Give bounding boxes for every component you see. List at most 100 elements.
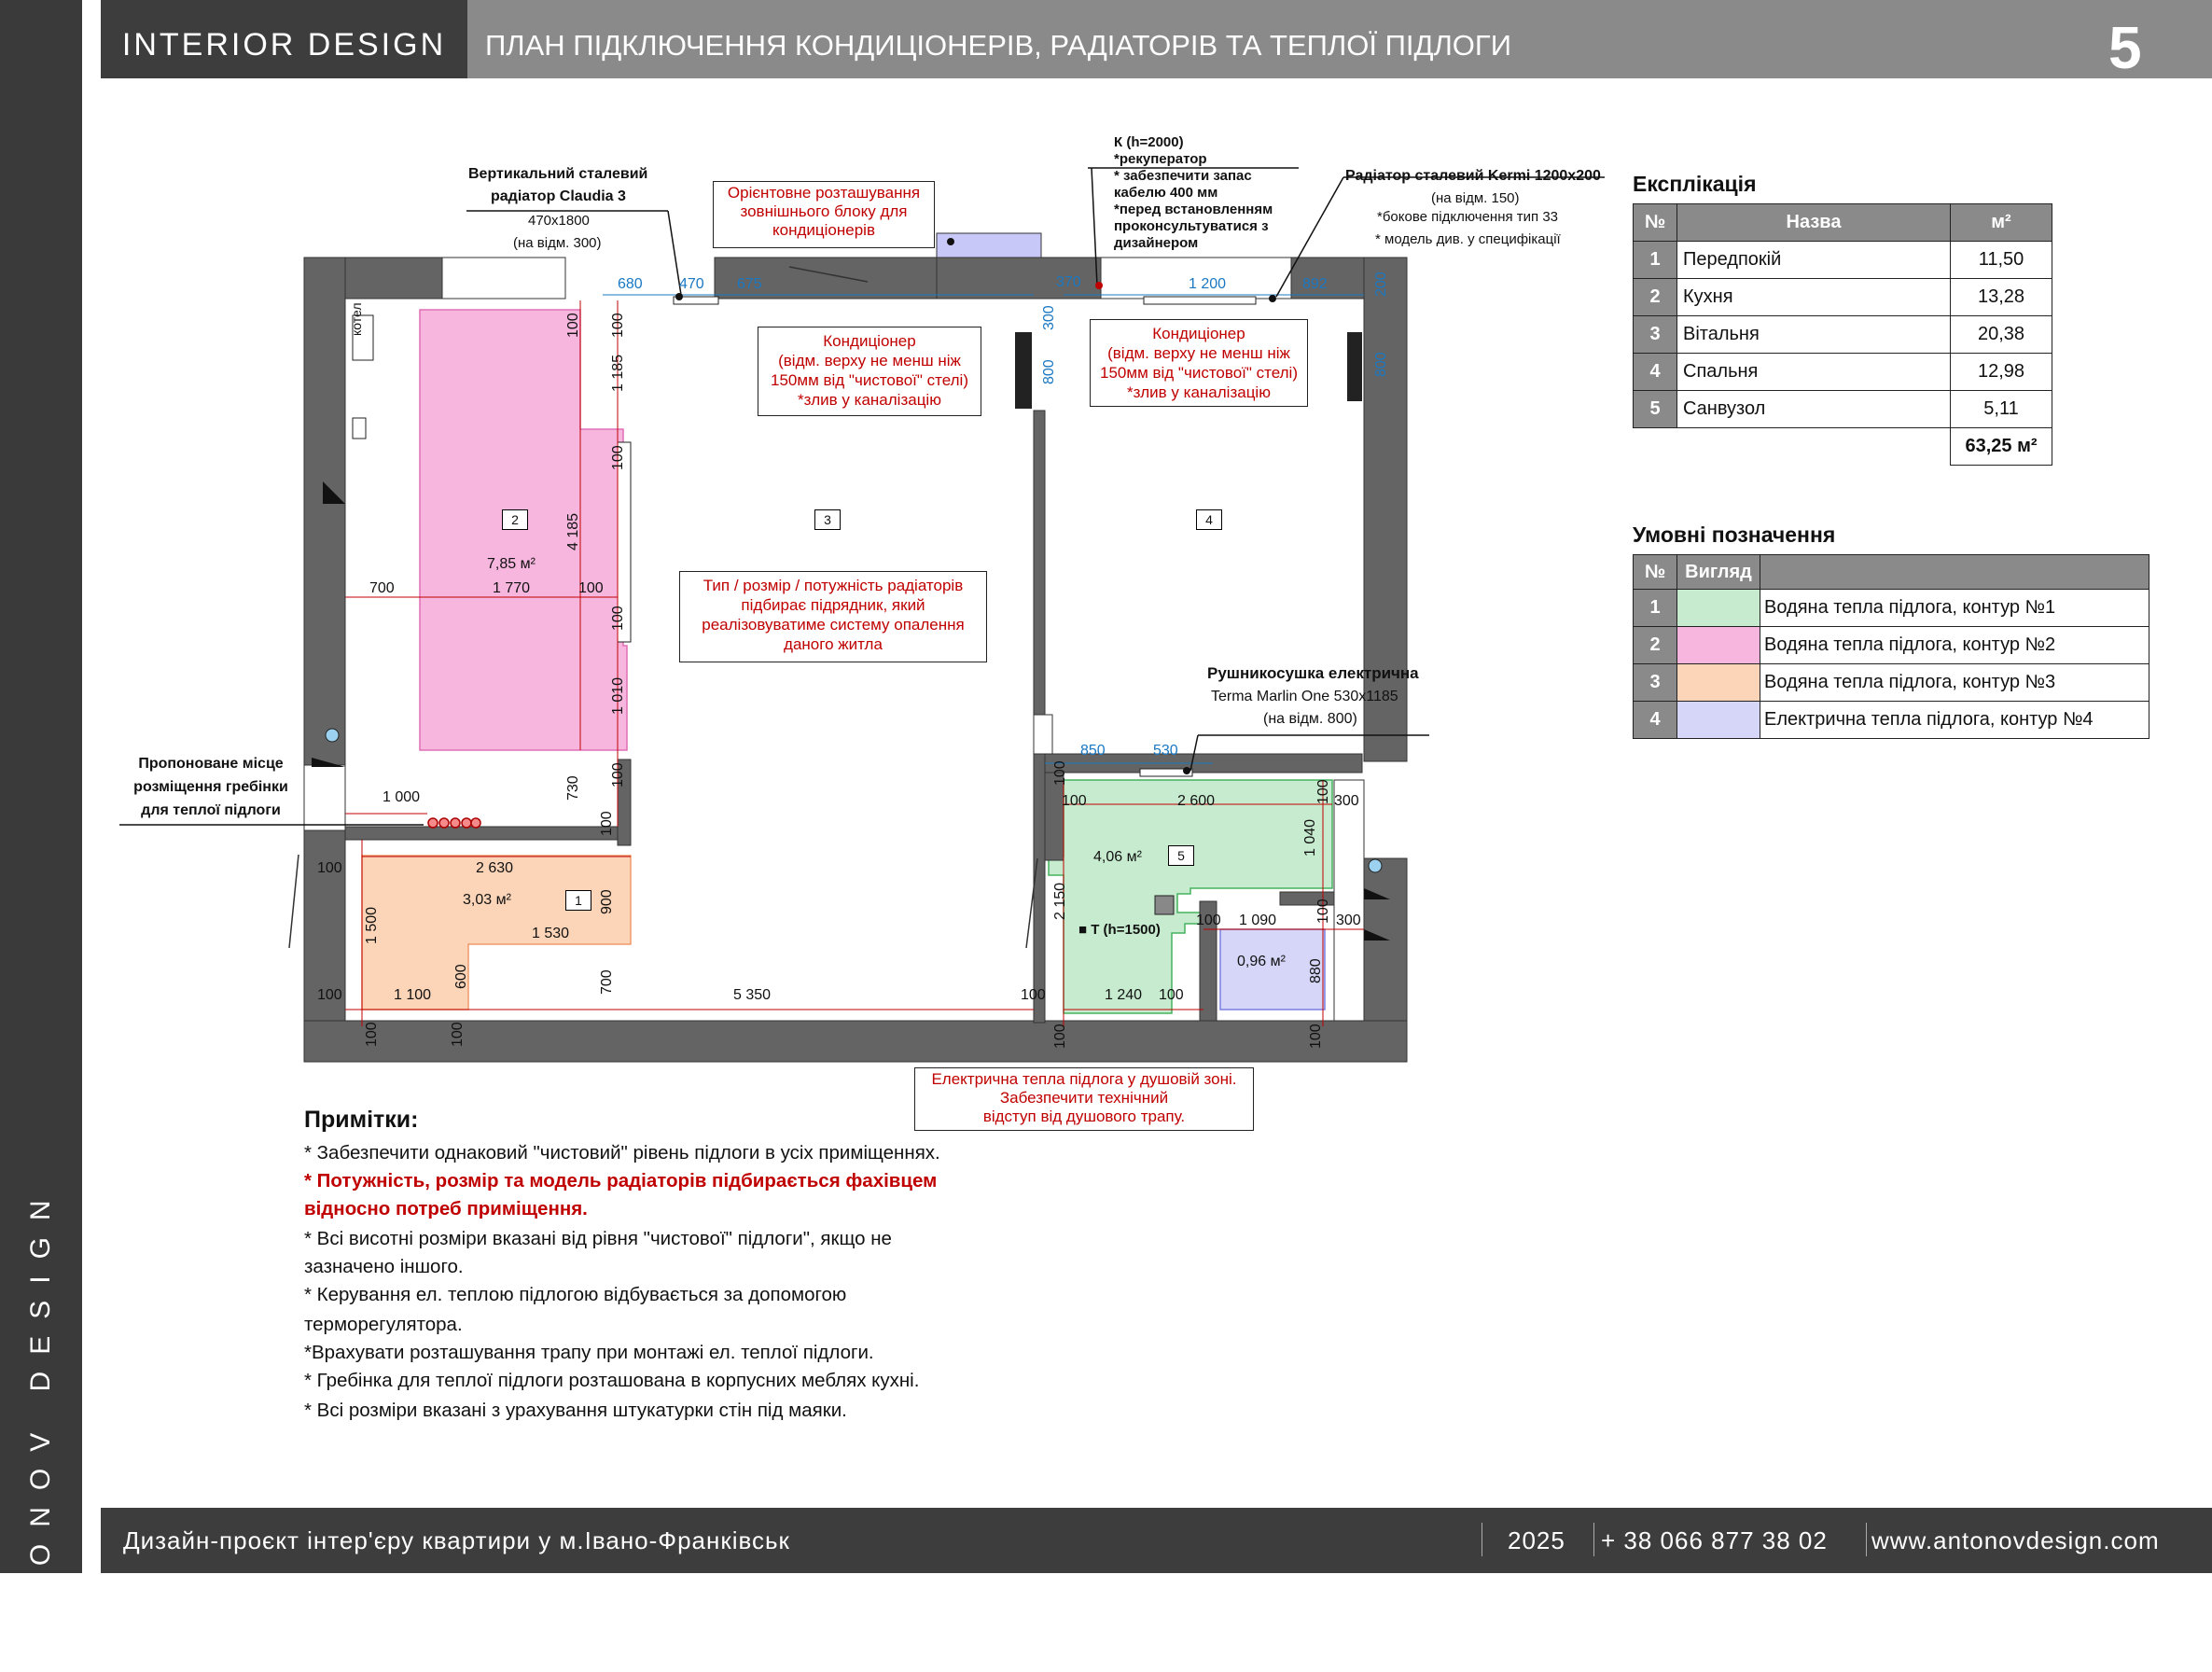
manifold-icon [427, 817, 481, 829]
outdoor-line-1: Орієнтовне розташування [727, 184, 921, 202]
note-line-6: * Керування ел. теплою підлогою відбуває… [304, 1284, 847, 1305]
room-tag-5: 5 [1168, 845, 1194, 866]
legend-n: 4 [1633, 701, 1677, 739]
dim-v-100f: 100 [610, 762, 626, 787]
legend-label: Водяна тепла підлога, контур №3 [1760, 663, 2149, 702]
table-row: 3 Вітальня 20,38 [1633, 315, 2052, 354]
dim-100n: 100 [1062, 793, 1087, 809]
legend-table: № Вигляд 1 Водяна тепла підлога, контур … [1633, 554, 2149, 739]
ac-right-line-1: Кондиціонер [1152, 325, 1245, 342]
explication-header-area: м² [1950, 203, 2052, 242]
footer-phone: + 38 066 877 38 02 [1601, 1526, 1828, 1554]
note-line-2: * Потужність, розмір та модель радіаторі… [304, 1170, 938, 1191]
note-line-1: * Забезпечити однаковий "чистовий" рівен… [304, 1142, 940, 1163]
explication-title: Експлікація [1633, 172, 1757, 196]
manifold-note: Пропоноване місце розміщення гребінки дл… [121, 752, 300, 822]
dim-2600: 2 600 [1177, 793, 1216, 809]
dim-v-1040: 1 040 [1302, 818, 1318, 857]
shower-drain-icon [1154, 895, 1175, 915]
dim-675: 675 [737, 276, 762, 292]
k-line-7: дизайнером [1114, 235, 1199, 251]
dim-892: 892 [1302, 276, 1328, 292]
dim-370: 370 [1056, 274, 1081, 290]
towel-title: Рушникосушка електрична [1207, 664, 1419, 682]
dim-v-1500: 1 500 [364, 906, 380, 944]
water-point-icon [325, 728, 340, 743]
k-line-6: проконсультуватися з [1114, 218, 1269, 234]
row-name: Кухня [1676, 278, 1951, 316]
table-row: 5 Санвузол 5,11 [1633, 390, 2052, 428]
legend-label: Водяна тепла підлога, контур №1 [1760, 589, 2149, 627]
row-area: 11,50 [1950, 241, 2052, 279]
row-name: Передпокій [1676, 241, 1951, 279]
legend-row: 2 Водяна тепла підлога, контур №2 [1633, 626, 2149, 664]
dim-100i: 100 [317, 987, 342, 1003]
radiator-note: Тип / розмір / потужність радіаторів під… [679, 571, 987, 662]
k-line-5: *перед встановленням [1114, 202, 1273, 217]
explication-table: № Назва м² 1 Передпокій 11,50 2 Кухня 13… [1633, 203, 2052, 466]
dim-5350: 5 350 [733, 987, 772, 1003]
outdoor-line-3: кондиціонерів [772, 221, 875, 239]
legend-header-view: Вигляд [1676, 554, 1760, 590]
room-tag-1: 1 [565, 890, 591, 911]
dim-300: 300 [1041, 305, 1057, 330]
dim-1100: 1 100 [394, 987, 432, 1003]
row-n: 5 [1633, 390, 1677, 428]
dim-v-100o: 100 [1315, 779, 1331, 804]
dim-800-left: 800 [1041, 359, 1057, 384]
ac-left-line-3: 150мм від "чистової" стелі) [771, 371, 968, 389]
row-name: Вітальня [1676, 315, 1951, 354]
dim-v-100c: 100 [610, 445, 626, 470]
legend-swatch-3 [1676, 663, 1760, 702]
row-n: 2 [1633, 278, 1677, 316]
dim-v-880: 880 [1308, 958, 1324, 983]
note-line-9: * Гребінка для теплої підлоги розташован… [304, 1370, 920, 1391]
dim-100p: 100 [1196, 913, 1221, 928]
zone-4-area: 0,96 м² [1237, 954, 1286, 969]
claudia-height: (на відм. 300) [513, 235, 602, 251]
shower-note: Електрична тепла підлога у душовій зоні.… [914, 1067, 1254, 1131]
room-tag-3: 3 [814, 509, 841, 530]
dim-200: 200 [1373, 272, 1389, 297]
kermi-height: (на відм. 150) [1431, 190, 1520, 206]
legend-label: Електрична тепла підлога, контур №4 [1760, 701, 2149, 739]
dim-800-right: 800 [1373, 352, 1389, 377]
shower-line-3: відступ від душового трапу. [982, 1108, 1186, 1125]
kermi-note-2: * модель див. у специфікації [1375, 231, 1561, 247]
explication-header-name: Назва [1676, 203, 1951, 242]
row-n: 3 [1633, 315, 1677, 354]
legend-title: Умовні позначення [1633, 522, 1836, 547]
note-line-10: * Всі розміри вказані з урахування штука… [304, 1400, 847, 1421]
dim-v-100e: 100 [610, 606, 626, 631]
kermi-title: Радіатор сталевий Kermi 1200x200 [1345, 168, 1601, 184]
shower-line-2: Забезпечити технічний [999, 1089, 1169, 1107]
row-n: 4 [1633, 353, 1677, 391]
note-line-3: відносно потреб приміщення. [304, 1198, 588, 1219]
footer-year: 2025 [1508, 1526, 1565, 1554]
note-line-5: зазначено іншого. [304, 1256, 464, 1277]
dim-v-100g: 100 [599, 811, 615, 836]
dim-v-100s: 100 [1052, 1024, 1068, 1049]
radiator-note-line-2: підбирає підрядник, який [741, 596, 925, 614]
radiator-kermi [1143, 296, 1257, 305]
radiator-note-line-1: Тип / розмір / потужність радіаторів [703, 577, 964, 594]
ac-left-line-4: *злив у каналізацію [798, 391, 941, 409]
radiator-note-line-3: реалізовуватиме систему опалення [702, 616, 965, 634]
room-tag-4: 4 [1196, 509, 1222, 530]
k-line-3: * забезпечити запас [1114, 168, 1252, 184]
dim-v-900: 900 [599, 889, 615, 914]
claudia-title-2: радіатор Claudia 3 [491, 188, 626, 204]
dim-v-4185: 4 185 [565, 512, 581, 550]
dim-850: 850 [1080, 743, 1106, 759]
explication-total: 63,25 м² [1950, 427, 2052, 466]
legend-swatch-2 [1676, 626, 1760, 664]
dim-v-2150: 2 150 [1052, 882, 1068, 920]
row-area: 13,28 [1950, 278, 2052, 316]
thermostat-label: ■ Т (h=1500) [1078, 922, 1161, 938]
note-line-7: терморегулятора. [304, 1314, 463, 1335]
table-row: 2 Кухня 13,28 [1633, 278, 2052, 316]
dim-v-1010: 1 010 [610, 676, 626, 715]
claudia-title-1: Вертикальний сталевий [468, 166, 648, 182]
claudia-size: 470x1800 [528, 213, 590, 229]
ac-right-note: Кондиціонер (відм. верху не менш ніж 150… [1090, 319, 1308, 407]
